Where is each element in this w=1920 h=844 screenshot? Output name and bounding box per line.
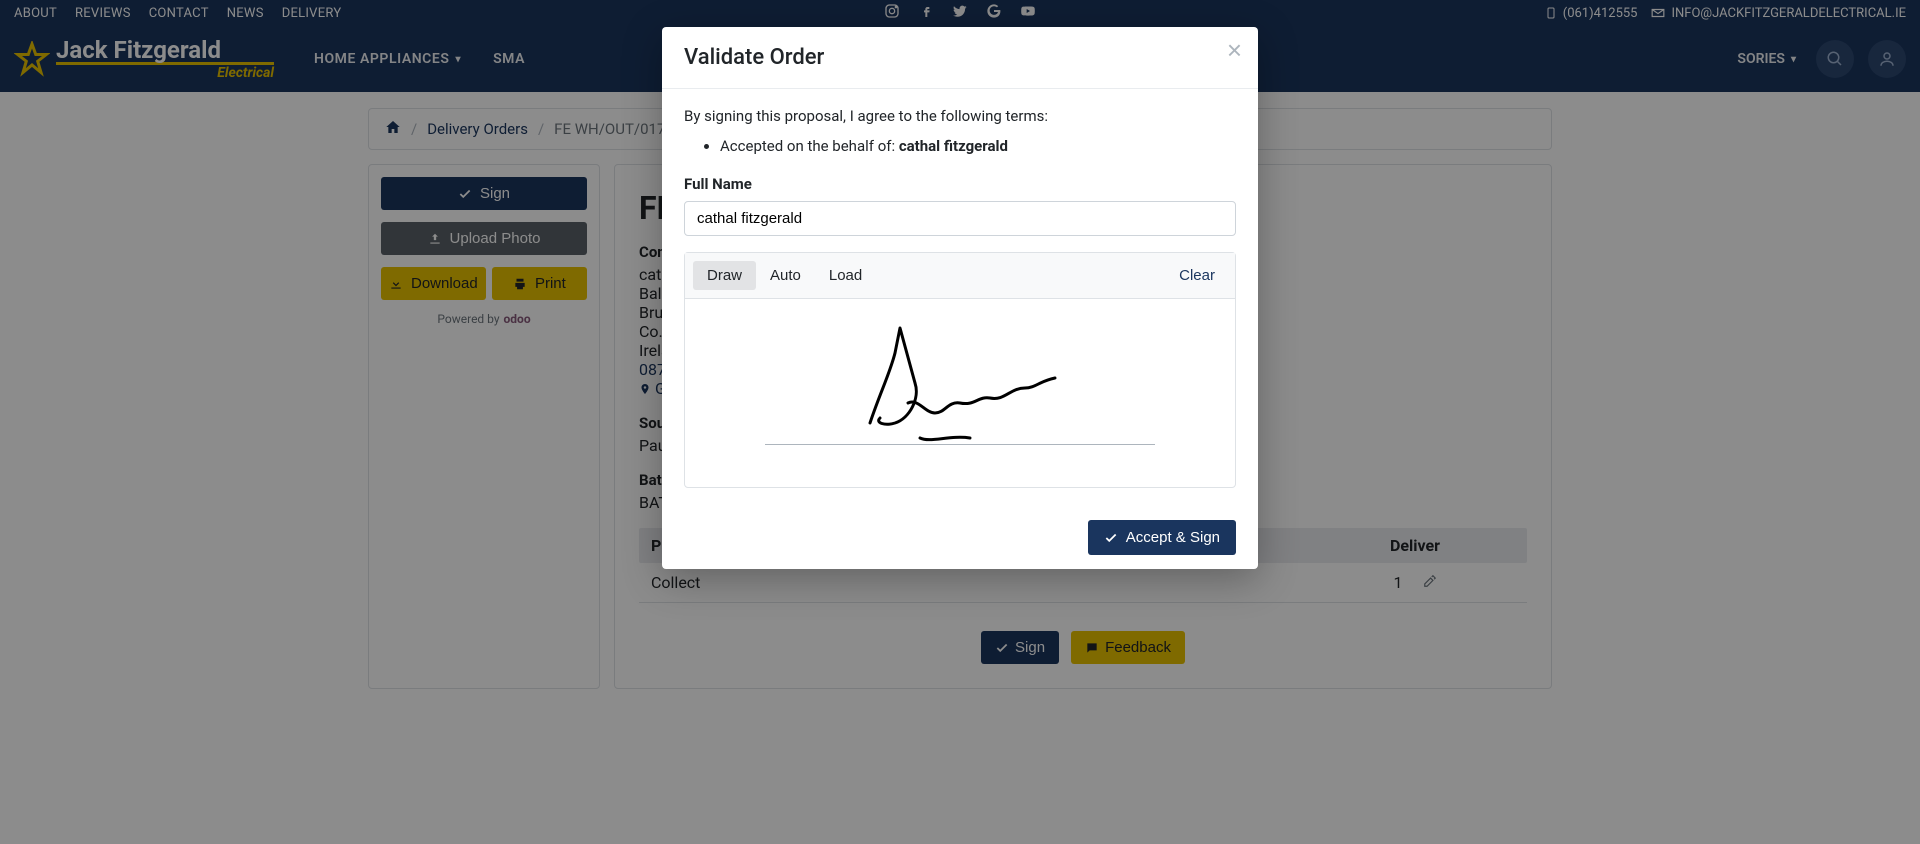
modal-close-button[interactable]: × — [1227, 37, 1242, 63]
signature-tabs: Draw Auto Load Clear — [685, 253, 1235, 299]
accepted-item: Accepted on the behalf of: cathal fitzge… — [720, 137, 1236, 155]
signature-panel: Draw Auto Load Clear — [684, 252, 1236, 488]
check-icon — [1104, 531, 1118, 545]
signature-drawing — [830, 323, 1090, 463]
modal-body: By signing this proposal, I agree to the… — [662, 89, 1258, 506]
sig-clear-button[interactable]: Clear — [1167, 261, 1227, 290]
sig-tab-draw[interactable]: Draw — [693, 261, 756, 290]
signature-canvas[interactable] — [685, 299, 1235, 487]
sig-tab-auto[interactable]: Auto — [756, 261, 815, 290]
terms-text: By signing this proposal, I agree to the… — [684, 107, 1236, 125]
fullname-label: Full Name — [684, 175, 1236, 193]
validate-order-modal: Validate Order × By signing this proposa… — [662, 27, 1258, 569]
signature-line — [765, 444, 1155, 445]
accept-sign-button[interactable]: Accept & Sign — [1088, 520, 1236, 555]
modal-footer: Accept & Sign — [662, 506, 1258, 569]
modal-title: Validate Order — [684, 45, 824, 70]
modal-overlay[interactable]: Validate Order × By signing this proposa… — [0, 0, 1920, 844]
modal-header: Validate Order × — [662, 27, 1258, 89]
sig-tab-load[interactable]: Load — [815, 261, 876, 290]
fullname-input[interactable] — [684, 201, 1236, 236]
